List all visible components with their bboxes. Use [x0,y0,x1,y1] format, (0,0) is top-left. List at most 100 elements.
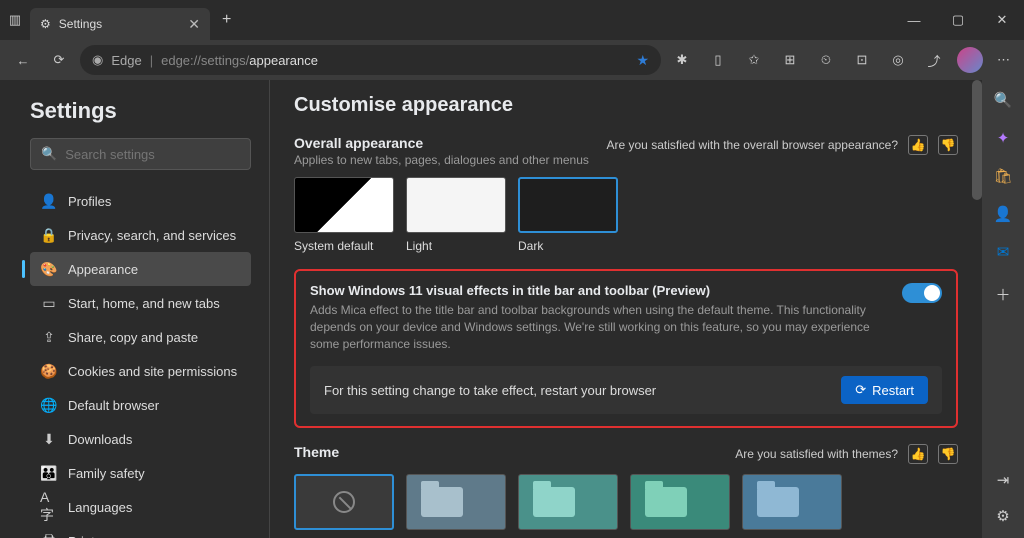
nav-label: Privacy, search, and services [68,228,236,243]
thumbs-down-icon[interactable]: 👎 [938,444,958,464]
title-bar: ▥ ⚙ Settings ✕ + — ▢ ✕ [0,0,1024,40]
outlook-icon[interactable]: ✉ [993,242,1013,262]
shopping-icon[interactable]: 🛍 [993,166,1013,186]
browser-tab[interactable]: ⚙ Settings ✕ [30,8,210,40]
sidebar-item-family-safety[interactable]: 👪 Family safety [30,456,251,490]
appearance-option-light[interactable]: Light [406,177,506,253]
theme-island-getaway[interactable]: Island getaway [630,474,730,538]
nav-label: Languages [68,500,132,515]
restart-icon: ⟳ [855,382,866,398]
theme-feedback-text: Are you satisfied with themes? [735,447,898,461]
sidebar-item-printers[interactable]: 🖨 Printers [30,524,251,538]
address-bar[interactable]: ◉ Edge | edge://settings/appearance ★ [80,45,661,75]
close-window-button[interactable]: ✕ [980,0,1024,40]
nav-icon: 🔒 [40,227,58,244]
back-button[interactable]: ← [8,45,38,75]
appearance-option-dark[interactable]: Dark [518,177,618,253]
share-icon[interactable]: ⤴ [919,45,949,75]
refresh-button[interactable]: ⟳ [44,45,74,75]
contacts-icon[interactable]: 👤 [993,204,1013,224]
url-path: appearance [249,53,318,68]
rewards-icon[interactable]: ◎ [883,45,913,75]
mica-desc: Adds Mica effect to the title bar and to… [310,302,902,352]
nav-icon: 🌐 [40,397,58,414]
maximize-button[interactable]: ▢ [936,0,980,40]
search-sidebar-icon[interactable]: 🔍 [993,90,1013,110]
appearance-label: Light [406,239,506,253]
minimize-button[interactable]: — [892,0,936,40]
tab-favicon: ⚙ [40,17,51,31]
theme-icy-mint[interactable]: Icy mint [518,474,618,538]
theme-cool-breeze[interactable]: Cool breeze [742,474,842,538]
theme-preview [630,474,730,530]
overall-appearance-desc: Applies to new tabs, pages, dialogues an… [294,153,589,167]
search-settings[interactable]: 🔍 [30,138,251,170]
theme-default[interactable]: Default [294,474,394,538]
extensions-icon[interactable]: ✱ [667,45,697,75]
thumbs-up-icon[interactable]: 👍 [908,444,928,464]
edge-label: Edge [111,53,141,68]
sidebar-item-languages[interactable]: A字 Languages [30,490,251,524]
apps-icon[interactable]: ⊡ [847,45,877,75]
browser-toolbar: ← ⟳ ◉ Edge | edge://settings/appearance … [0,40,1024,80]
favorite-star-icon[interactable]: ★ [636,52,649,69]
tab-title: Settings [59,17,102,31]
split-screen-icon[interactable]: ▯ [703,45,733,75]
profile-avatar[interactable] [955,45,985,75]
thumbs-up-icon[interactable]: 👍 [908,135,928,155]
folder-icon [421,487,463,517]
sidebar-item-downloads[interactable]: ⬇ Downloads [30,422,251,456]
vertical-scrollbar[interactable] [972,80,982,200]
restart-button[interactable]: ⟳ Restart [841,376,928,404]
nav-label: Family safety [68,466,145,481]
nav-icon: 👪 [40,465,58,482]
discover-icon[interactable]: ✦ [993,128,1013,148]
nav-label: Cookies and site permissions [68,364,237,379]
hide-sidebar-icon[interactable]: ⇥ [993,470,1013,490]
tab-actions-icon[interactable]: ▥ [0,12,30,28]
nav-icon: 🍪 [40,363,58,380]
close-tab-icon[interactable]: ✕ [188,16,200,33]
nav-label: Start, home, and new tabs [68,296,220,311]
nav-icon: A字 [40,489,58,525]
history-icon[interactable]: ⏲ [811,45,841,75]
settings-sidebar: Settings 🔍 👤Profiles🔒Privacy, search, an… [0,80,270,538]
appearance-preview [294,177,394,233]
restart-button-label: Restart [872,383,914,398]
mica-title: Show Windows 11 visual effects in title … [310,283,902,298]
theme-morning-fog[interactable]: Morning fog [406,474,506,538]
page-title: Customise appearance [294,94,958,117]
nav-label: Default browser [68,398,159,413]
search-input[interactable] [65,147,241,162]
sidebar-item-default-browser[interactable]: 🌐 Default browser [30,388,251,422]
nav-label: Downloads [68,432,132,447]
new-tab-button[interactable]: + [210,11,243,29]
collections-icon[interactable]: ⊞ [775,45,805,75]
sidebar-item-share-copy-and-paste[interactable]: ⇪Share, copy and paste [30,320,251,354]
sidebar-item-start-home-and-new-tabs[interactable]: ▭Start, home, and new tabs [30,286,251,320]
no-theme-icon [333,491,355,513]
edge-logo-icon: ◉ [92,52,103,68]
theme-preview [518,474,618,530]
appearance-label: Dark [518,239,618,253]
nav-icon: ⬇ [40,431,58,448]
nav-label: Appearance [68,262,138,277]
sidebar-item-profiles[interactable]: 👤Profiles [30,184,251,218]
sidebar-item-appearance[interactable]: 🎨Appearance [30,252,251,286]
thumbs-down-icon[interactable]: 👎 [938,135,958,155]
nav-label: Share, copy and paste [68,330,198,345]
sidebar-item-cookies-and-site-permissions[interactable]: 🍪 Cookies and site permissions [30,354,251,388]
mica-toggle[interactable] [902,283,942,303]
nav-label: Printers [68,534,113,538]
theme-preview [294,474,394,530]
nav-icon: 🖨 [40,533,58,538]
appearance-option-system-default[interactable]: System default [294,177,394,253]
theme-preview [742,474,842,530]
more-menu-button[interactable]: ⋯ [991,52,1016,68]
nav-label: Profiles [68,194,111,209]
favorites-icon[interactable]: ✩ [739,45,769,75]
url-prefix: edge://settings/ [161,53,249,68]
sidebar-item-privacy-search-and-services[interactable]: 🔒 Privacy, search, and services [30,218,251,252]
sidebar-settings-icon[interactable]: ⚙ [993,506,1013,526]
add-sidebar-icon[interactable]: ＋ [993,284,1013,304]
